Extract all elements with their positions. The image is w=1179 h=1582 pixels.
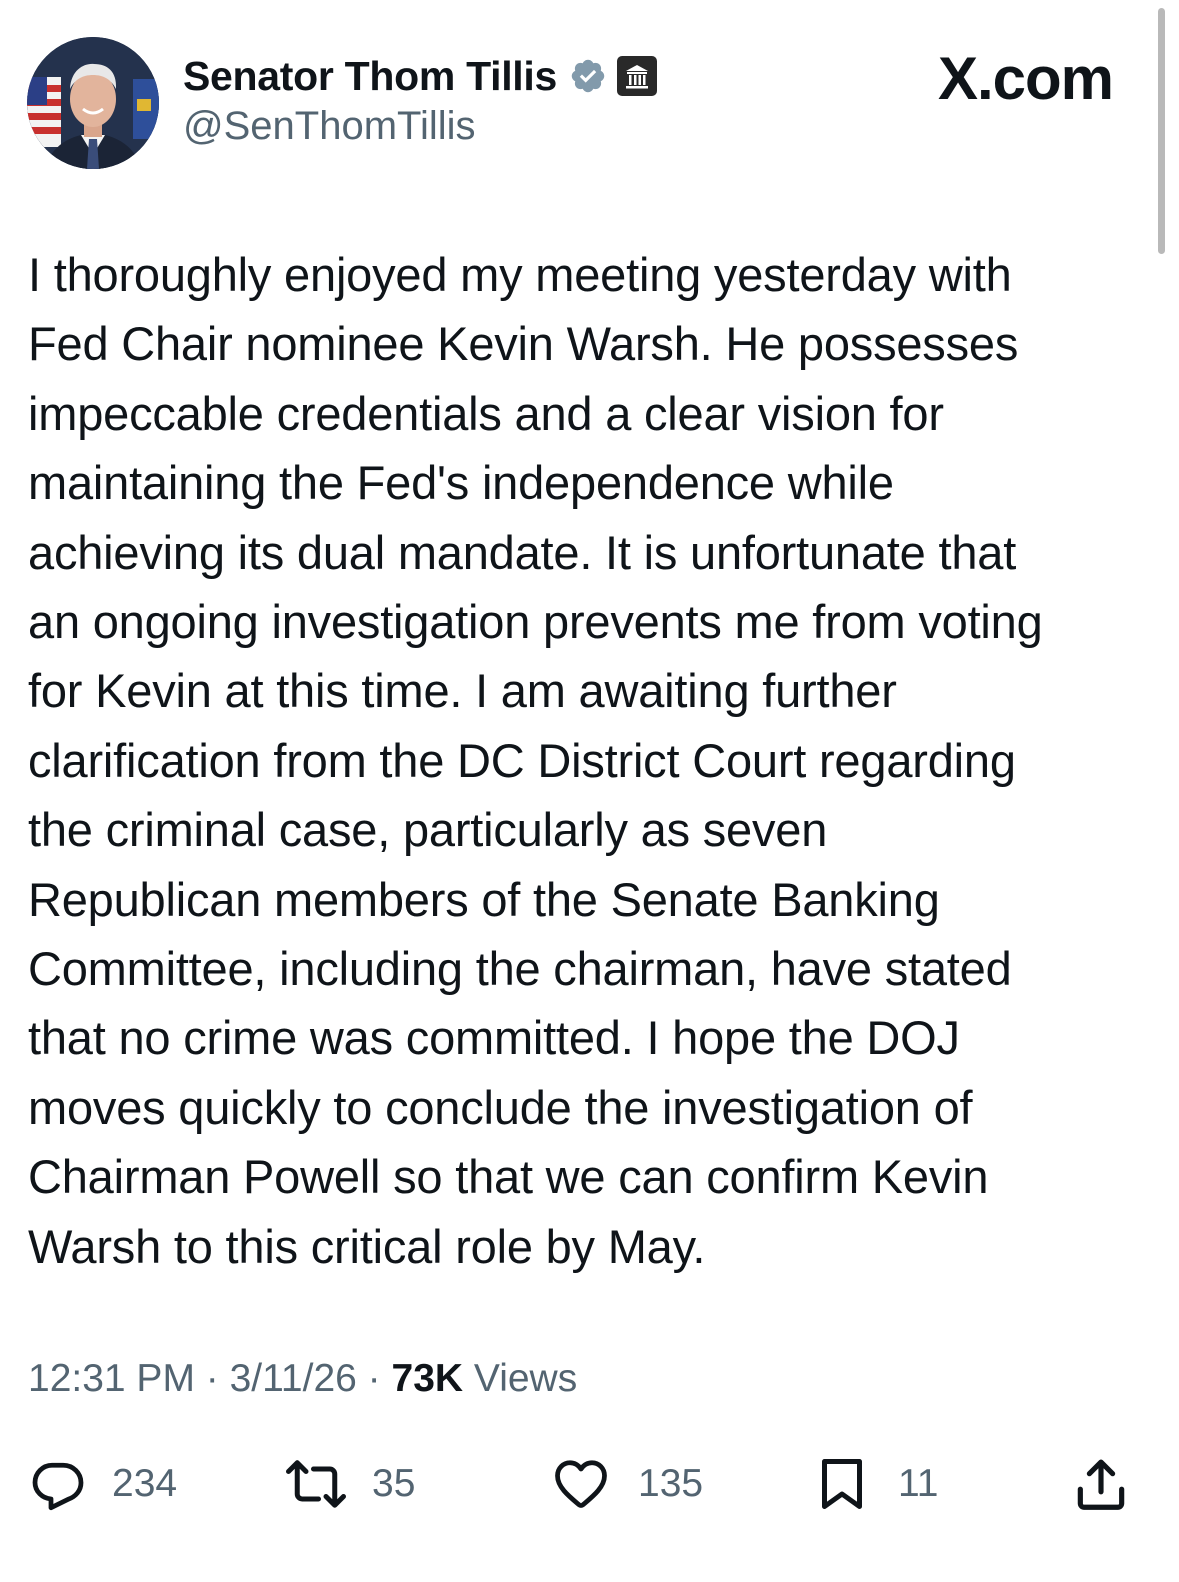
tweet-meta: 12:31 PM · 3/11/26 · 73K Views (28, 1357, 577, 1401)
repost-count: 35 (372, 1462, 416, 1505)
author-display-name[interactable]: Senator Thom Tillis (183, 53, 557, 100)
reply-icon (32, 1462, 84, 1511)
heart-icon (555, 1460, 607, 1508)
meta-separator: · (194, 1357, 230, 1400)
author-name-row: Senator Thom Tillis (183, 50, 657, 102)
repost-button[interactable]: 35 (282, 1452, 415, 1516)
tweet-date[interactable]: 3/11/26 (230, 1357, 357, 1401)
views-count: 73K (391, 1357, 464, 1400)
tweet-actions: 234 35 135 11 (0, 1452, 1179, 1516)
views-label: Views (463, 1357, 578, 1400)
tweet-time[interactable]: 12:31 PM (28, 1357, 195, 1401)
scrollbar[interactable] (1158, 8, 1165, 254)
author-handle[interactable]: @SenThomTillis (183, 104, 476, 149)
government-building-icon (617, 56, 657, 96)
verified-badge-icon[interactable] (569, 57, 607, 95)
tweet-text: I thoroughly enjoyed my meeting yesterda… (28, 248, 1043, 1273)
reply-button[interactable]: 234 (28, 1452, 177, 1516)
reply-count: 234 (112, 1462, 178, 1505)
repost-icon (286, 1460, 346, 1508)
avatar[interactable] (27, 37, 159, 169)
avatar-photo (27, 37, 159, 169)
meta-separator: · (356, 1357, 392, 1400)
brand-logo: X.com (937, 45, 1114, 112)
like-count: 135 (638, 1462, 704, 1505)
share-icon (1077, 1459, 1125, 1510)
like-button[interactable]: 135 (550, 1452, 703, 1516)
bookmark-button[interactable]: 11 (812, 1452, 939, 1516)
bookmark-icon (822, 1459, 862, 1509)
bookmark-count: 11 (898, 1462, 939, 1505)
share-button[interactable] (1070, 1452, 1132, 1516)
